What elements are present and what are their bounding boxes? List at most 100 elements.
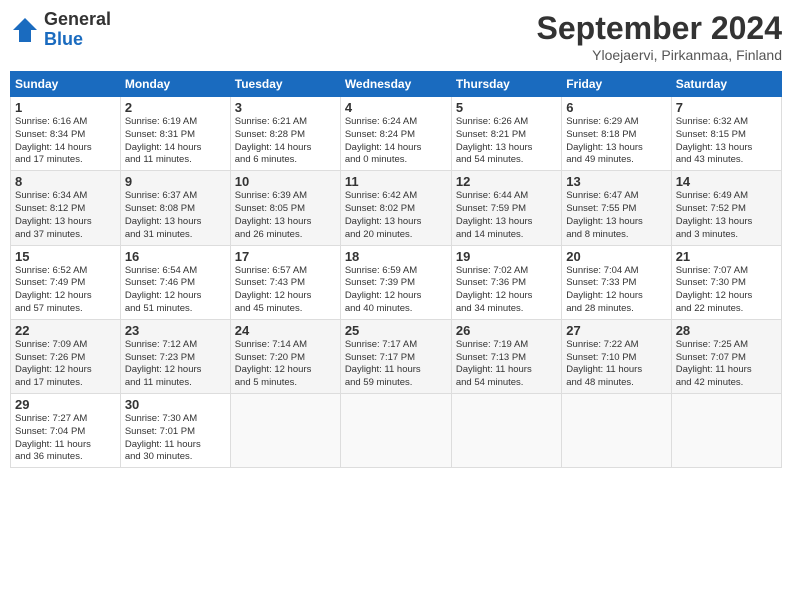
day-number: 9 bbox=[125, 174, 226, 189]
day-cell: 19Sunrise: 7:02 AM Sunset: 7:36 PM Dayli… bbox=[451, 245, 561, 319]
day-cell: 28Sunrise: 7:25 AM Sunset: 7:07 PM Dayli… bbox=[671, 319, 781, 393]
day-number: 24 bbox=[235, 323, 336, 338]
day-number: 22 bbox=[15, 323, 116, 338]
day-cell: 13Sunrise: 6:47 AM Sunset: 7:55 PM Dayli… bbox=[562, 171, 671, 245]
day-info: Sunrise: 6:57 AM Sunset: 7:43 PM Dayligh… bbox=[235, 265, 336, 316]
day-info: Sunrise: 7:14 AM Sunset: 7:20 PM Dayligh… bbox=[235, 339, 336, 390]
day-number: 7 bbox=[676, 100, 777, 115]
day-number: 23 bbox=[125, 323, 226, 338]
header-cell-sunday: Sunday bbox=[11, 72, 121, 97]
day-info: Sunrise: 7:17 AM Sunset: 7:17 PM Dayligh… bbox=[345, 339, 447, 390]
day-cell: 10Sunrise: 6:39 AM Sunset: 8:05 PM Dayli… bbox=[230, 171, 340, 245]
day-cell: 18Sunrise: 6:59 AM Sunset: 7:39 PM Dayli… bbox=[340, 245, 451, 319]
week-row-1: 1Sunrise: 6:16 AM Sunset: 8:34 PM Daylig… bbox=[11, 97, 782, 171]
day-info: Sunrise: 6:47 AM Sunset: 7:55 PM Dayligh… bbox=[566, 190, 666, 241]
calendar-header: SundayMondayTuesdayWednesdayThursdayFrid… bbox=[11, 72, 782, 97]
day-number: 10 bbox=[235, 174, 336, 189]
week-row-4: 22Sunrise: 7:09 AM Sunset: 7:26 PM Dayli… bbox=[11, 319, 782, 393]
day-cell: 12Sunrise: 6:44 AM Sunset: 7:59 PM Dayli… bbox=[451, 171, 561, 245]
day-cell: 6Sunrise: 6:29 AM Sunset: 8:18 PM Daylig… bbox=[562, 97, 671, 171]
day-number: 11 bbox=[345, 174, 447, 189]
logo: General Blue bbox=[10, 10, 111, 50]
day-info: Sunrise: 6:19 AM Sunset: 8:31 PM Dayligh… bbox=[125, 116, 226, 167]
header-cell-thursday: Thursday bbox=[451, 72, 561, 97]
header-cell-tuesday: Tuesday bbox=[230, 72, 340, 97]
day-number: 14 bbox=[676, 174, 777, 189]
day-number: 26 bbox=[456, 323, 557, 338]
day-info: Sunrise: 6:42 AM Sunset: 8:02 PM Dayligh… bbox=[345, 190, 447, 241]
day-number: 4 bbox=[345, 100, 447, 115]
title-block: September 2024 Yloejaervi, Pirkanmaa, Fi… bbox=[537, 10, 782, 63]
logo-icon bbox=[10, 15, 40, 45]
day-info: Sunrise: 7:12 AM Sunset: 7:23 PM Dayligh… bbox=[125, 339, 226, 390]
calendar-body: 1Sunrise: 6:16 AM Sunset: 8:34 PM Daylig… bbox=[11, 97, 782, 468]
header: General Blue September 2024 Yloejaervi, … bbox=[10, 10, 782, 63]
day-cell: 4Sunrise: 6:24 AM Sunset: 8:24 PM Daylig… bbox=[340, 97, 451, 171]
day-cell: 1Sunrise: 6:16 AM Sunset: 8:34 PM Daylig… bbox=[11, 97, 121, 171]
header-cell-monday: Monday bbox=[120, 72, 230, 97]
day-cell: 14Sunrise: 6:49 AM Sunset: 7:52 PM Dayli… bbox=[671, 171, 781, 245]
day-cell: 20Sunrise: 7:04 AM Sunset: 7:33 PM Dayli… bbox=[562, 245, 671, 319]
day-info: Sunrise: 7:07 AM Sunset: 7:30 PM Dayligh… bbox=[676, 265, 777, 316]
day-info: Sunrise: 6:16 AM Sunset: 8:34 PM Dayligh… bbox=[15, 116, 116, 167]
logo-blue-text: Blue bbox=[44, 30, 111, 50]
header-cell-saturday: Saturday bbox=[671, 72, 781, 97]
day-cell: 5Sunrise: 6:26 AM Sunset: 8:21 PM Daylig… bbox=[451, 97, 561, 171]
day-info: Sunrise: 6:32 AM Sunset: 8:15 PM Dayligh… bbox=[676, 116, 777, 167]
day-info: Sunrise: 6:52 AM Sunset: 7:49 PM Dayligh… bbox=[15, 265, 116, 316]
header-cell-wednesday: Wednesday bbox=[340, 72, 451, 97]
day-info: Sunrise: 7:09 AM Sunset: 7:26 PM Dayligh… bbox=[15, 339, 116, 390]
logo-general-text: General bbox=[44, 10, 111, 30]
logo-text: General Blue bbox=[44, 10, 111, 50]
day-number: 18 bbox=[345, 249, 447, 264]
day-info: Sunrise: 6:37 AM Sunset: 8:08 PM Dayligh… bbox=[125, 190, 226, 241]
day-info: Sunrise: 6:21 AM Sunset: 8:28 PM Dayligh… bbox=[235, 116, 336, 167]
day-cell: 22Sunrise: 7:09 AM Sunset: 7:26 PM Dayli… bbox=[11, 319, 121, 393]
day-info: Sunrise: 6:29 AM Sunset: 8:18 PM Dayligh… bbox=[566, 116, 666, 167]
day-cell: 23Sunrise: 7:12 AM Sunset: 7:23 PM Dayli… bbox=[120, 319, 230, 393]
day-number: 5 bbox=[456, 100, 557, 115]
day-number: 29 bbox=[15, 397, 116, 412]
header-row: SundayMondayTuesdayWednesdayThursdayFrid… bbox=[11, 72, 782, 97]
day-cell bbox=[671, 394, 781, 468]
page: General Blue September 2024 Yloejaervi, … bbox=[0, 0, 792, 612]
day-cell: 24Sunrise: 7:14 AM Sunset: 7:20 PM Dayli… bbox=[230, 319, 340, 393]
day-number: 1 bbox=[15, 100, 116, 115]
day-number: 30 bbox=[125, 397, 226, 412]
day-cell: 21Sunrise: 7:07 AM Sunset: 7:30 PM Dayli… bbox=[671, 245, 781, 319]
day-number: 19 bbox=[456, 249, 557, 264]
day-number: 25 bbox=[345, 323, 447, 338]
calendar-subtitle: Yloejaervi, Pirkanmaa, Finland bbox=[537, 47, 782, 63]
day-number: 12 bbox=[456, 174, 557, 189]
day-number: 6 bbox=[566, 100, 666, 115]
day-info: Sunrise: 6:26 AM Sunset: 8:21 PM Dayligh… bbox=[456, 116, 557, 167]
week-row-2: 8Sunrise: 6:34 AM Sunset: 8:12 PM Daylig… bbox=[11, 171, 782, 245]
day-cell: 26Sunrise: 7:19 AM Sunset: 7:13 PM Dayli… bbox=[451, 319, 561, 393]
day-cell: 16Sunrise: 6:54 AM Sunset: 7:46 PM Dayli… bbox=[120, 245, 230, 319]
day-cell: 15Sunrise: 6:52 AM Sunset: 7:49 PM Dayli… bbox=[11, 245, 121, 319]
day-info: Sunrise: 7:25 AM Sunset: 7:07 PM Dayligh… bbox=[676, 339, 777, 390]
day-cell: 3Sunrise: 6:21 AM Sunset: 8:28 PM Daylig… bbox=[230, 97, 340, 171]
day-cell: 25Sunrise: 7:17 AM Sunset: 7:17 PM Dayli… bbox=[340, 319, 451, 393]
day-cell: 8Sunrise: 6:34 AM Sunset: 8:12 PM Daylig… bbox=[11, 171, 121, 245]
day-cell: 9Sunrise: 6:37 AM Sunset: 8:08 PM Daylig… bbox=[120, 171, 230, 245]
day-cell bbox=[451, 394, 561, 468]
week-row-5: 29Sunrise: 7:27 AM Sunset: 7:04 PM Dayli… bbox=[11, 394, 782, 468]
day-cell: 29Sunrise: 7:27 AM Sunset: 7:04 PM Dayli… bbox=[11, 394, 121, 468]
day-info: Sunrise: 6:34 AM Sunset: 8:12 PM Dayligh… bbox=[15, 190, 116, 241]
day-cell bbox=[230, 394, 340, 468]
day-number: 17 bbox=[235, 249, 336, 264]
day-number: 20 bbox=[566, 249, 666, 264]
day-info: Sunrise: 7:22 AM Sunset: 7:10 PM Dayligh… bbox=[566, 339, 666, 390]
day-info: Sunrise: 7:27 AM Sunset: 7:04 PM Dayligh… bbox=[15, 413, 116, 464]
day-cell: 27Sunrise: 7:22 AM Sunset: 7:10 PM Dayli… bbox=[562, 319, 671, 393]
day-cell: 11Sunrise: 6:42 AM Sunset: 8:02 PM Dayli… bbox=[340, 171, 451, 245]
day-info: Sunrise: 6:59 AM Sunset: 7:39 PM Dayligh… bbox=[345, 265, 447, 316]
day-info: Sunrise: 6:44 AM Sunset: 7:59 PM Dayligh… bbox=[456, 190, 557, 241]
day-number: 15 bbox=[15, 249, 116, 264]
day-number: 27 bbox=[566, 323, 666, 338]
week-row-3: 15Sunrise: 6:52 AM Sunset: 7:49 PM Dayli… bbox=[11, 245, 782, 319]
day-cell: 17Sunrise: 6:57 AM Sunset: 7:43 PM Dayli… bbox=[230, 245, 340, 319]
day-number: 21 bbox=[676, 249, 777, 264]
day-cell: 2Sunrise: 6:19 AM Sunset: 8:31 PM Daylig… bbox=[120, 97, 230, 171]
